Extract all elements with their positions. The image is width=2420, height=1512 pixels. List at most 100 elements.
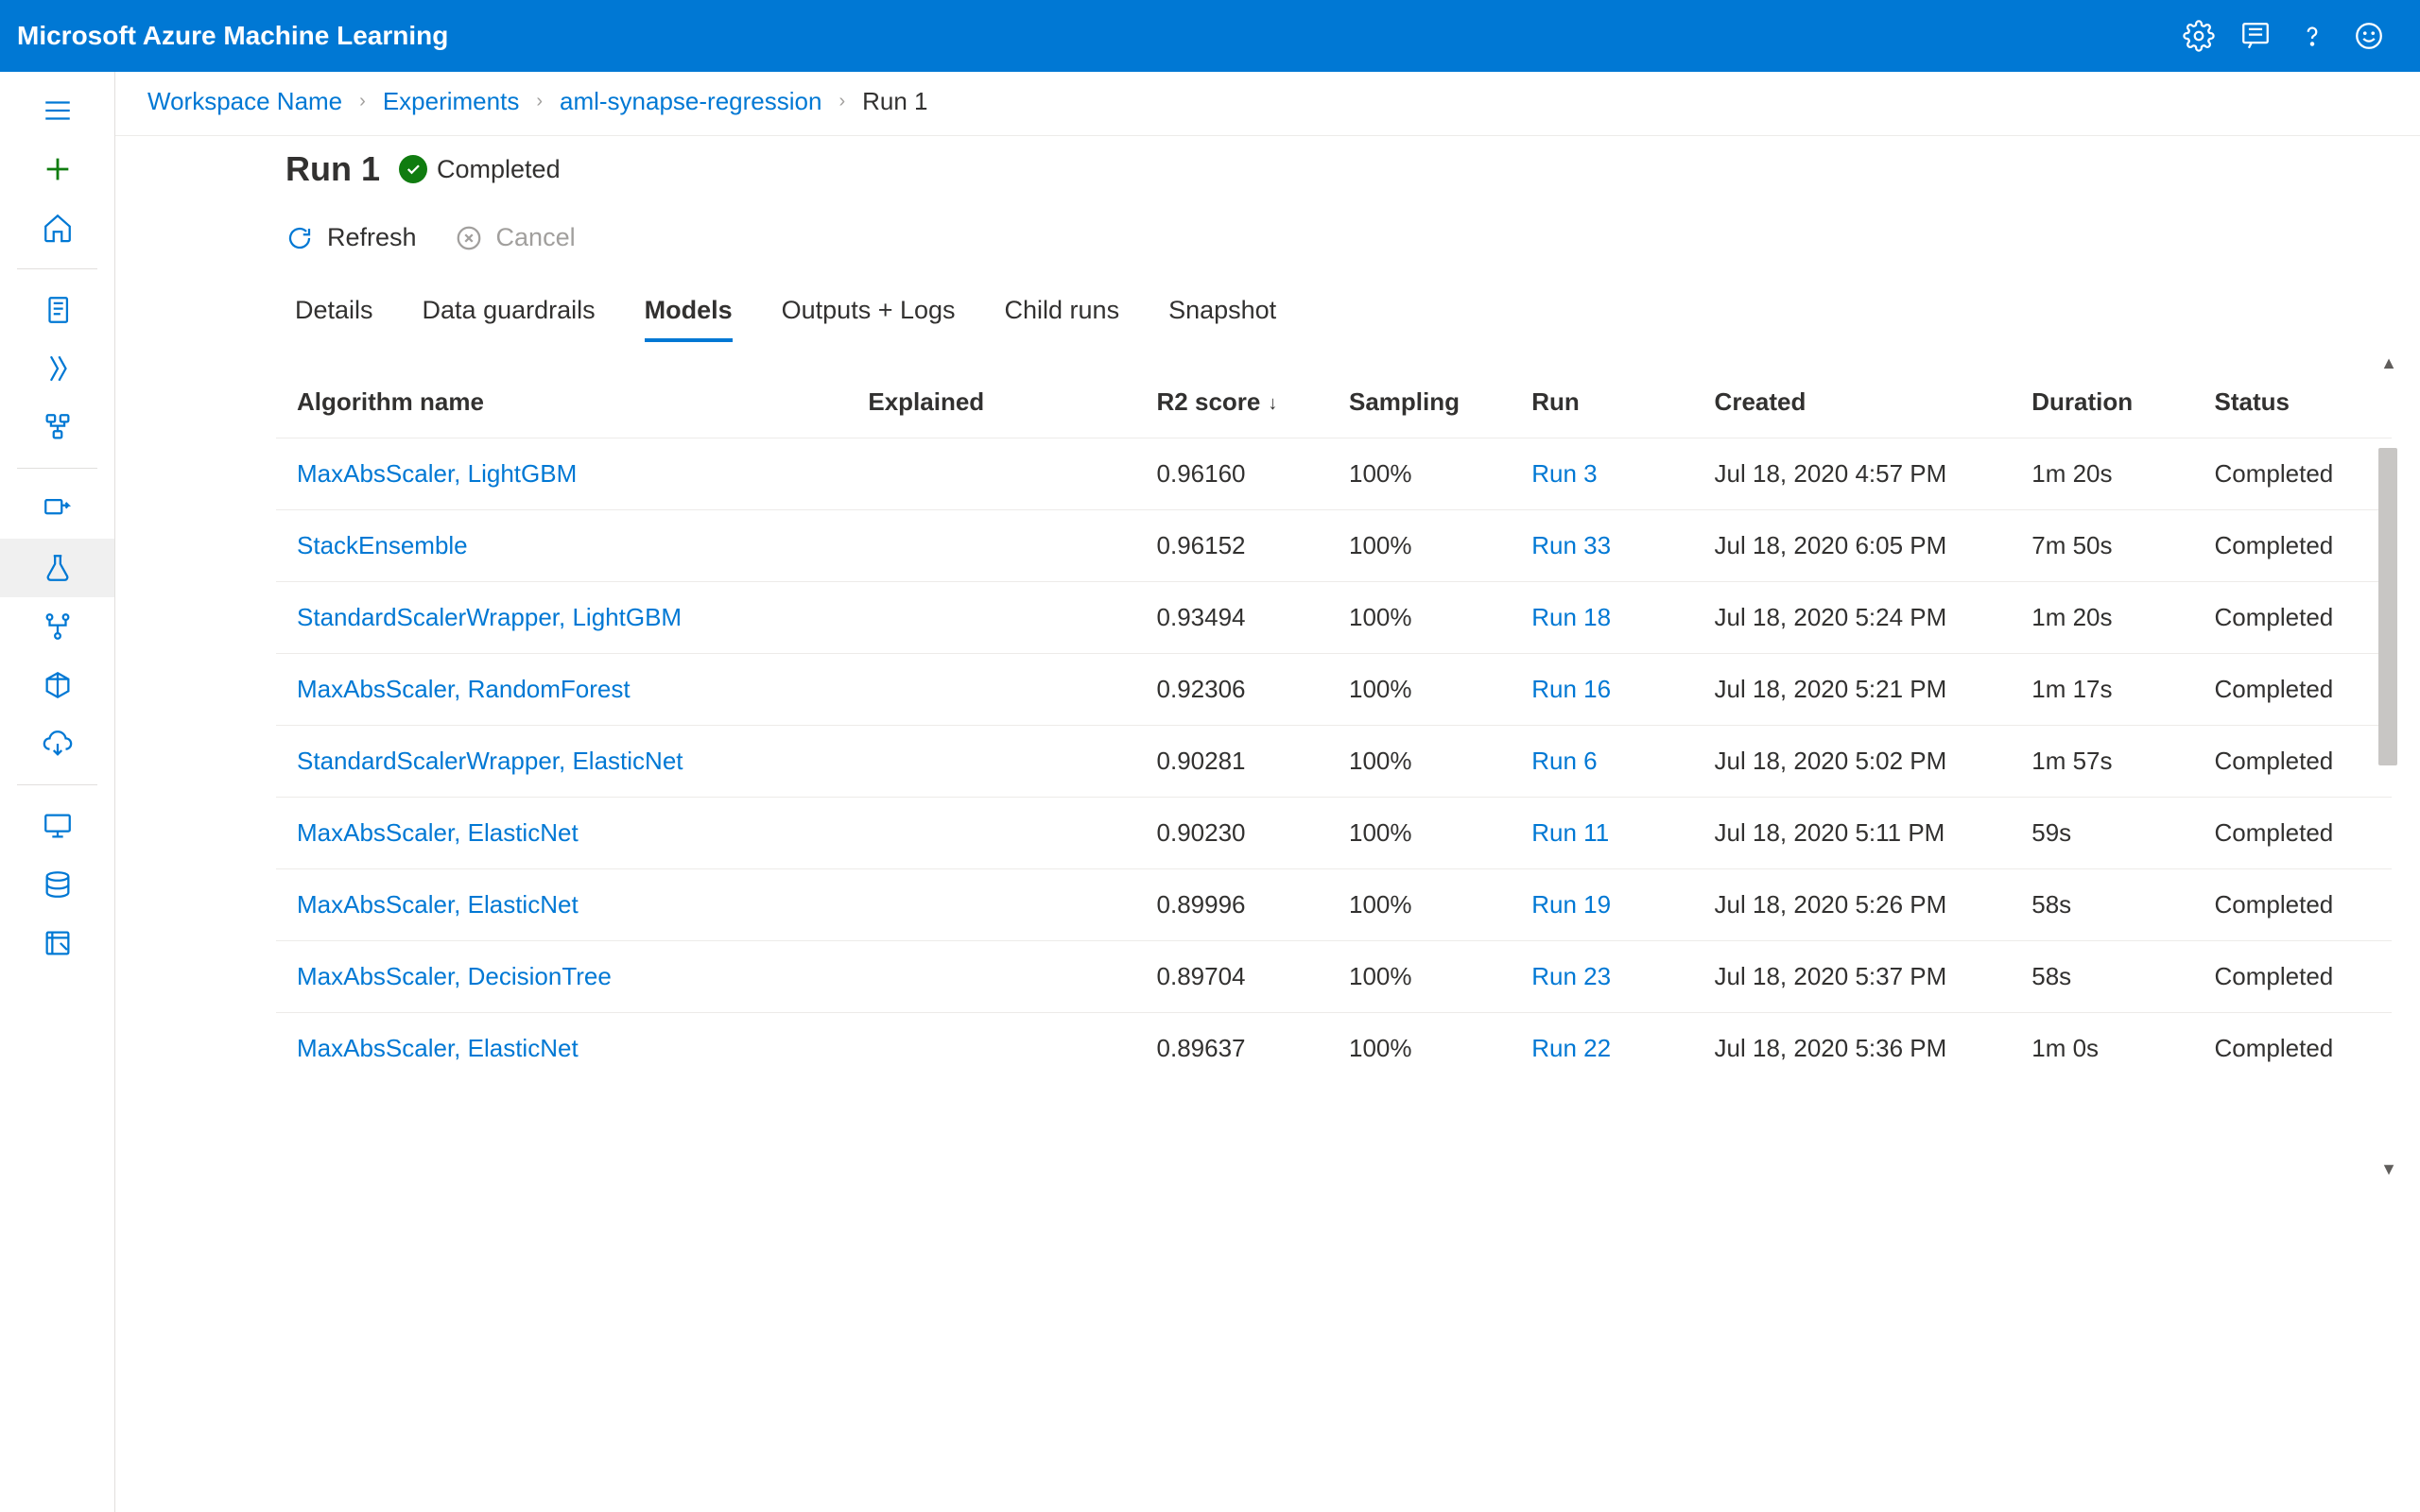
- designer-icon[interactable]: [0, 398, 114, 456]
- cell-duration: 58s: [2016, 941, 2199, 1013]
- endpoints-icon[interactable]: [0, 714, 114, 773]
- table-row[interactable]: MaxAbsScaler, LightGBM0.96160100%Run 3Ju…: [276, 438, 2392, 510]
- col-header-r2-label: R2 score: [1157, 387, 1261, 416]
- cell-explained: [853, 510, 1141, 582]
- refresh-label: Refresh: [327, 223, 417, 252]
- cancel-icon: [455, 224, 483, 252]
- cell-status: Completed: [2200, 1013, 2392, 1085]
- pipelines-icon[interactable]: [0, 597, 114, 656]
- cell-r2: 0.92306: [1142, 654, 1334, 726]
- notebooks-icon[interactable]: [0, 281, 114, 339]
- cell-created: Jul 18, 2020 6:05 PM: [1700, 510, 2017, 582]
- create-new-icon[interactable]: [0, 140, 114, 198]
- datasets-icon[interactable]: [0, 480, 114, 539]
- tab-snapshot[interactable]: Snapshot: [1168, 296, 1276, 342]
- app-title: Microsoft Azure Machine Learning: [17, 21, 448, 51]
- run-link[interactable]: Run 22: [1531, 1034, 1611, 1062]
- table-row[interactable]: MaxAbsScaler, ElasticNet0.89637100%Run 2…: [276, 1013, 2392, 1085]
- table-row[interactable]: MaxAbsScaler, ElasticNet0.89996100%Run 1…: [276, 869, 2392, 941]
- models-table: Algorithm name Explained R2 score↓ Sampl…: [276, 367, 2392, 1084]
- cell-created: Jul 18, 2020 5:11 PM: [1700, 798, 2017, 869]
- algorithm-link[interactable]: MaxAbsScaler, ElasticNet: [297, 890, 579, 919]
- cell-status: Completed: [2200, 438, 2392, 510]
- breadcrumb-experiment-name[interactable]: aml-synapse-regression: [560, 87, 821, 116]
- tab-outputs-logs[interactable]: Outputs + Logs: [782, 296, 956, 342]
- home-icon[interactable]: [0, 198, 114, 257]
- run-link[interactable]: Run 18: [1531, 603, 1611, 631]
- refresh-button[interactable]: Refresh: [285, 223, 417, 252]
- run-link[interactable]: Run 11: [1531, 818, 1609, 847]
- table-row[interactable]: StandardScalerWrapper, LightGBM0.9349410…: [276, 582, 2392, 654]
- cell-r2: 0.90230: [1142, 798, 1334, 869]
- scroll-up-icon[interactable]: ▲: [2380, 353, 2397, 373]
- cell-explained: [853, 1013, 1141, 1085]
- col-header-status[interactable]: Status: [2200, 367, 2392, 438]
- cell-r2: 0.96152: [1142, 510, 1334, 582]
- table-row[interactable]: MaxAbsScaler, DecisionTree0.89704100%Run…: [276, 941, 2392, 1013]
- table-row[interactable]: StackEnsemble0.96152100%Run 33Jul 18, 20…: [276, 510, 2392, 582]
- algorithm-link[interactable]: MaxAbsScaler, LightGBM: [297, 459, 577, 488]
- col-header-algorithm[interactable]: Algorithm name: [276, 367, 853, 438]
- datastores-icon[interactable]: [0, 855, 114, 914]
- labeling-icon[interactable]: [0, 914, 114, 972]
- breadcrumb-workspace[interactable]: Workspace Name: [147, 87, 342, 116]
- scrollbar-thumb[interactable]: [2378, 448, 2397, 765]
- breadcrumb: Workspace Name› Experiments› aml-synapse…: [115, 72, 2420, 136]
- cell-sampling: 100%: [1334, 1013, 1516, 1085]
- breadcrumb-experiments[interactable]: Experiments: [383, 87, 520, 116]
- algorithm-link[interactable]: MaxAbsScaler, RandomForest: [297, 675, 631, 703]
- run-link[interactable]: Run 33: [1531, 531, 1611, 559]
- cell-duration: 1m 57s: [2016, 726, 2199, 798]
- tab-data-guardrails[interactable]: Data guardrails: [423, 296, 596, 342]
- col-header-explained[interactable]: Explained: [853, 367, 1141, 438]
- compute-icon[interactable]: [0, 797, 114, 855]
- table-row[interactable]: MaxAbsScaler, ElasticNet 0.90230100% Run 1…: [276, 798, 2392, 869]
- col-header-run[interactable]: Run: [1516, 367, 1699, 438]
- scroll-down-icon[interactable]: ▼: [2380, 1160, 2397, 1179]
- tab-details[interactable]: Details: [295, 296, 373, 342]
- cancel-button: Cancel: [455, 223, 576, 252]
- cell-explained: [853, 654, 1141, 726]
- algorithm-link[interactable]: StandardScalerWrapper, LightGBM: [297, 603, 682, 631]
- algorithm-link[interactable]: MaxAbsScaler, ElasticNet: [297, 818, 579, 847]
- cell-created: Jul 18, 2020 5:36 PM: [1700, 1013, 2017, 1085]
- algorithm-link[interactable]: StackEnsemble: [297, 531, 468, 559]
- experiments-icon[interactable]: [0, 539, 114, 597]
- col-header-r2-score[interactable]: R2 score↓: [1142, 367, 1334, 438]
- run-link[interactable]: Run 23: [1531, 962, 1611, 990]
- main-content: Workspace Name› Experiments› aml-synapse…: [115, 72, 2420, 1512]
- tab-models[interactable]: Models: [645, 296, 733, 342]
- col-header-duration[interactable]: Duration: [2016, 367, 2199, 438]
- cell-sampling: 100%: [1334, 582, 1516, 654]
- col-header-sampling[interactable]: Sampling: [1334, 367, 1516, 438]
- cell-r2: 0.96160: [1142, 438, 1334, 510]
- cell-explained: [853, 869, 1141, 941]
- top-bar: Microsoft Azure Machine Learning: [0, 0, 2420, 72]
- table-row[interactable]: StandardScalerWrapper, ElasticNet0.90281…: [276, 726, 2392, 798]
- run-link[interactable]: Run 6: [1531, 747, 1597, 775]
- algorithm-link[interactable]: MaxAbsScaler, ElasticNet: [297, 1034, 579, 1062]
- models-icon[interactable]: [0, 656, 114, 714]
- menu-toggle-icon[interactable]: [0, 81, 114, 140]
- algorithm-link[interactable]: StandardScalerWrapper, ElasticNet: [297, 747, 683, 775]
- feedback-icon[interactable]: [2227, 8, 2284, 64]
- help-icon[interactable]: [2284, 8, 2341, 64]
- cell-status: Completed: [2200, 654, 2392, 726]
- chevron-right-icon: ›: [536, 91, 543, 112]
- run-link[interactable]: Run 16: [1531, 675, 1611, 703]
- cell-duration: 58s: [2016, 869, 2199, 941]
- cell-duration: 1m 0s: [2016, 1013, 2199, 1085]
- cell-sampling: 100%: [1334, 798, 1516, 869]
- cell-sampling: 100%: [1334, 654, 1516, 726]
- run-link[interactable]: Run 19: [1531, 890, 1611, 919]
- table-row[interactable]: MaxAbsScaler, RandomForest 0.92306100% Run…: [276, 654, 2392, 726]
- smile-icon[interactable]: [2341, 8, 2397, 64]
- cell-r2: 0.89704: [1142, 941, 1334, 1013]
- algorithm-link[interactable]: MaxAbsScaler, DecisionTree: [297, 962, 612, 990]
- col-header-created[interactable]: Created: [1700, 367, 2017, 438]
- tab-child-runs[interactable]: Child runs: [1005, 296, 1120, 342]
- run-link[interactable]: Run 3: [1531, 459, 1597, 488]
- cell-created: Jul 18, 2020 5:37 PM: [1700, 941, 2017, 1013]
- settings-gear-icon[interactable]: [2170, 8, 2227, 64]
- automated-ml-icon[interactable]: [0, 339, 114, 398]
